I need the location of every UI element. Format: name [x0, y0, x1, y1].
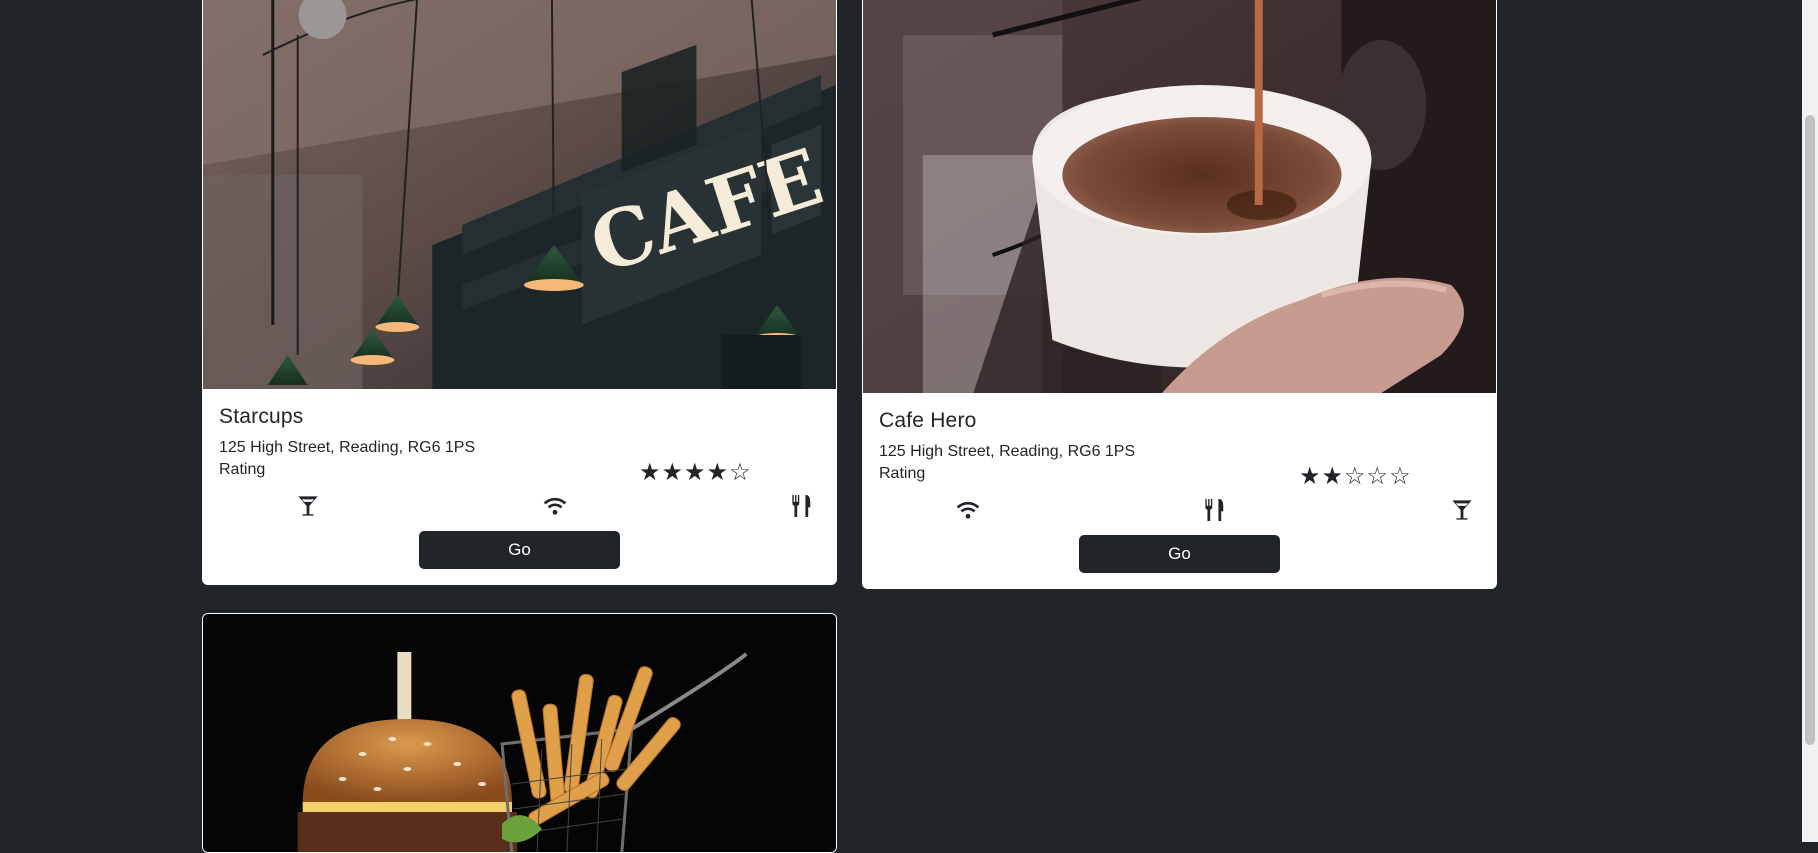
- wifi-icon: [542, 493, 568, 519]
- star-rating: ★★☆☆☆: [1299, 463, 1412, 490]
- venue-title: Cafe Hero: [879, 409, 977, 432]
- restaurant-icon: [1202, 497, 1228, 523]
- go-button[interactable]: Go: [1079, 535, 1280, 573]
- venue-address: 125 High Street, Reading, RG6 1PS: [879, 443, 1136, 460]
- amenity-icons: [955, 495, 1475, 525]
- restaurant-icon: [789, 493, 815, 519]
- amenity-icons: [295, 491, 815, 521]
- card-image-cafe-interior: CAFE: [203, 0, 836, 389]
- rating-label: Rating: [219, 461, 266, 478]
- venue-card: [202, 613, 837, 853]
- venue-card: Cafe Hero 125 High Street, Reading, RG6 …: [862, 0, 1497, 589]
- rating-label: Rating: [879, 465, 926, 482]
- scrollbar-thumb[interactable]: [1805, 115, 1815, 745]
- venue-title: Starcups: [219, 405, 304, 428]
- cocktail-icon: [1449, 497, 1475, 523]
- venue-card: CAFE Starcups 125 High Street, Reading, …: [202, 0, 837, 585]
- card-image-burger: [203, 614, 836, 852]
- go-button[interactable]: Go: [419, 531, 620, 569]
- star-rating: ★★★★☆: [639, 459, 752, 486]
- venue-address: 125 High Street, Reading, RG6 1PS: [219, 439, 476, 456]
- cocktail-icon: [295, 493, 321, 519]
- wifi-icon: [955, 497, 981, 523]
- vertical-scrollbar[interactable]: [1802, 0, 1818, 842]
- card-image-coffee-cup: [863, 0, 1496, 393]
